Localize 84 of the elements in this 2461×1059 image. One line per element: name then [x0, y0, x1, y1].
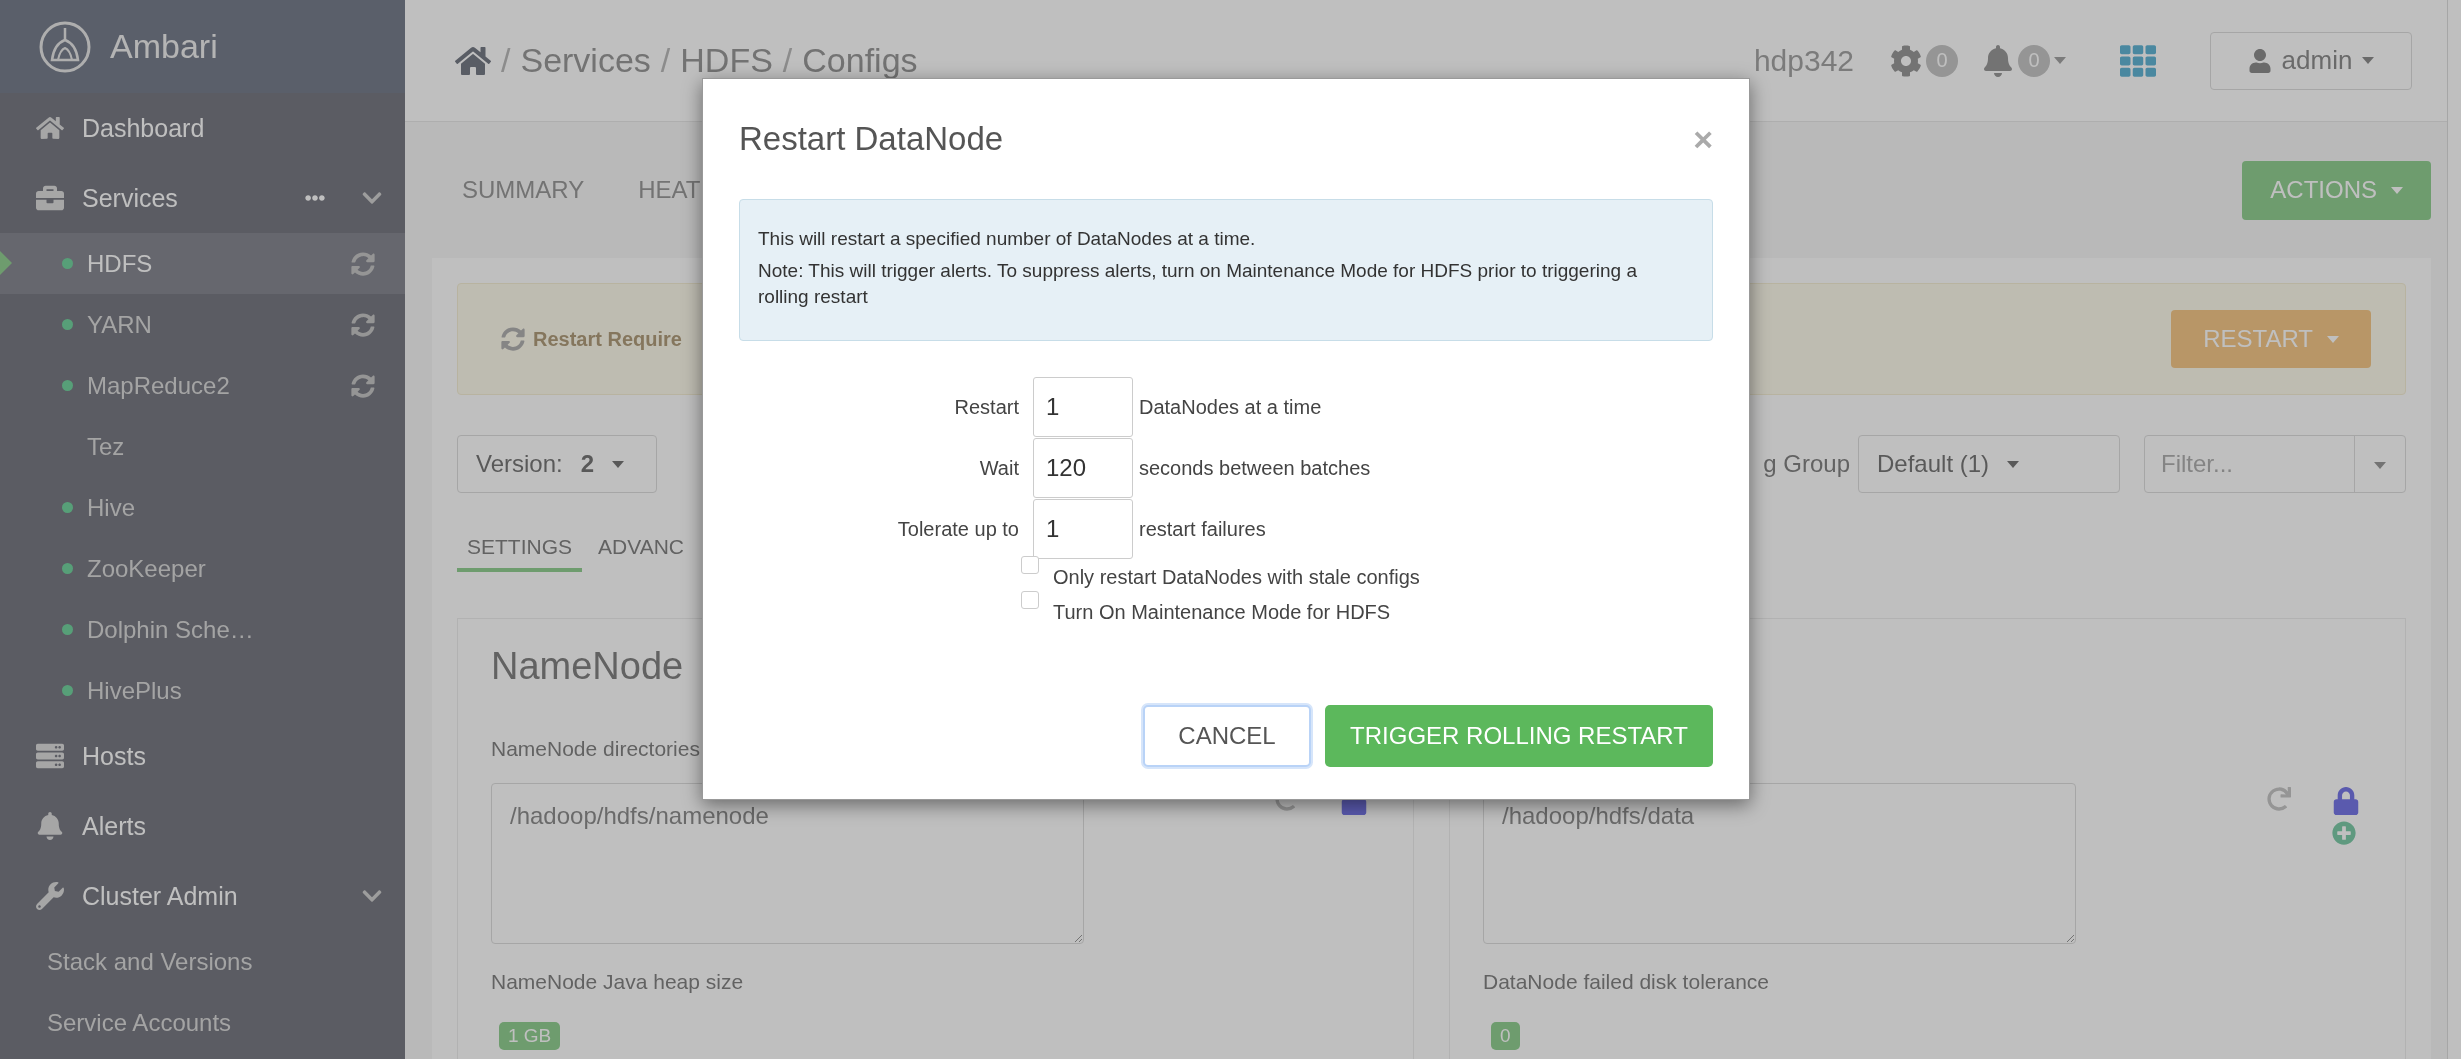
config-group-label: g Group: [1763, 450, 1850, 478]
field-suffix: DataNodes at a time: [1138, 395, 1323, 419]
alert-text: Note: This will trigger alerts. To suppress alerts, turn on Maintenance Mode for HDFS prior to triggering a rolling restart: [758, 259, 1638, 309]
card-title: NameNode: [491, 645, 685, 689]
text-area[interactable]: /hadoop/hdfs/data: [1483, 783, 2076, 944]
breadcrumb-link[interactable]: Configs: [802, 41, 918, 80]
sidebar-item[interactable]: MapReduce2: [0, 355, 405, 416]
slider-value: 1 GB: [499, 1022, 561, 1050]
slider-value: 0: [1491, 1022, 1520, 1050]
field-label: NameNode Java heap size: [491, 970, 744, 994]
config-group-select[interactable]: Default (1): [1858, 435, 2120, 493]
sidebar-item[interactable]: ZooKeeper: [0, 538, 405, 599]
bell-icon: [1982, 44, 2014, 77]
brand-name: Ambari: [110, 27, 218, 66]
apps-grid-icon[interactable]: [2120, 42, 2156, 79]
checkbox-label: Only restart DataNodes with stale configs: [1053, 566, 1420, 589]
tab[interactable]: SUMMARY: [462, 176, 585, 204]
actions-button[interactable]: ACTIONS: [2242, 160, 2431, 220]
field-label: Wait: [978, 456, 1020, 480]
add-icon[interactable]: [2332, 821, 2356, 845]
nav-item[interactable]: Alerts: [0, 791, 405, 861]
tab[interactable]: HEAT: [638, 176, 701, 204]
field-suffix: restart failures: [1138, 517, 1267, 541]
caret-icon: [2391, 186, 2403, 194]
sidebar-item[interactable]: Dolphin Sche…: [0, 599, 405, 660]
nav-item[interactable]: Hosts: [0, 721, 405, 791]
field-label: Restart: [953, 395, 1020, 419]
breadcrumb-link[interactable]: Services: [520, 41, 651, 80]
wrench-icon: [36, 882, 64, 910]
field-label: NameNode directories: [491, 737, 700, 761]
field-suffix: seconds between batches: [1138, 456, 1372, 480]
number-input[interactable]: 1: [1033, 377, 1133, 437]
restart-button[interactable]: RESTART: [2171, 310, 2371, 368]
checkbox-label: Turn On Maintenance Mode for HDFS: [1053, 601, 1391, 624]
selection-marker: [0, 251, 12, 275]
sidebar-item[interactable]: HDFS: [0, 233, 405, 294]
home-icon: [36, 114, 64, 142]
sidebar-item[interactable]: HivePlus: [0, 660, 405, 721]
caret-icon: [2362, 57, 2375, 64]
nav-item[interactable]: Dashboard: [0, 93, 405, 163]
nav-item[interactable]: Cluster Admin: [0, 861, 405, 931]
caret-icon: [2007, 460, 2020, 468]
field-label: Tolerate up to: [896, 517, 1020, 541]
sidebar-item[interactable]: YARN: [0, 294, 405, 355]
nav-item[interactable]: Services: [0, 163, 405, 233]
version-select[interactable]: Version: 2: [457, 435, 657, 493]
sidebar-item[interactable]: Stack and Versions: [0, 931, 405, 992]
cancel-button[interactable]: CANCEL: [1143, 705, 1311, 767]
caret-icon: [2327, 335, 2339, 343]
field-label: DataNode failed disk tolerance: [1483, 970, 1769, 994]
briefcase-icon: [36, 184, 64, 212]
close-button[interactable]: ×: [1693, 119, 1713, 159]
checkbox[interactable]: [1021, 591, 1039, 609]
caret-icon: [2054, 57, 2066, 64]
gear-icon: [1890, 44, 1922, 77]
sidebar-item[interactable]: Service Accounts: [0, 992, 405, 1053]
alert-text: This will restart a specified number of DataNodes at a time.: [758, 227, 1257, 251]
user-menu-button[interactable]: admin: [2210, 31, 2412, 90]
cluster-name: hdp342: [1753, 43, 1854, 78]
breadcrumb-separator: /: [501, 41, 511, 80]
breadcrumb-separator: /: [660, 41, 671, 80]
text-area[interactable]: /hadoop/hdfs/namenode: [491, 783, 1084, 944]
filter-field[interactable]: Filter...: [2144, 435, 2406, 493]
refresh-icon: [501, 327, 525, 351]
checkbox[interactable]: [1021, 556, 1039, 574]
undo-icon[interactable]: [2267, 787, 2291, 811]
logo-icon: [38, 19, 92, 74]
scrollbar[interactable]: [2447, 0, 2461, 1059]
bell-icon: [36, 812, 64, 840]
user-icon: [2247, 48, 2272, 73]
sidebar-item[interactable]: Hive: [0, 477, 405, 538]
sidebar-item[interactable]: Tez: [0, 416, 405, 477]
banner-text: Restart Require: [533, 327, 682, 351]
tab[interactable]: SETTINGS: [457, 529, 582, 572]
caret-icon: [2374, 461, 2386, 469]
breadcrumb-separator: /: [782, 41, 793, 80]
dialog-title: Restart DataNode: [739, 120, 1005, 158]
breadcrumb-link[interactable]: HDFS: [680, 41, 773, 80]
server-icon: [36, 742, 64, 770]
caret-icon: [612, 460, 625, 468]
tab[interactable]: ADVANC: [588, 529, 694, 572]
number-input[interactable]: 1: [1033, 499, 1133, 559]
number-input[interactable]: 120: [1033, 438, 1133, 498]
trigger-button[interactable]: TRIGGER ROLLING RESTART: [1325, 705, 1713, 767]
